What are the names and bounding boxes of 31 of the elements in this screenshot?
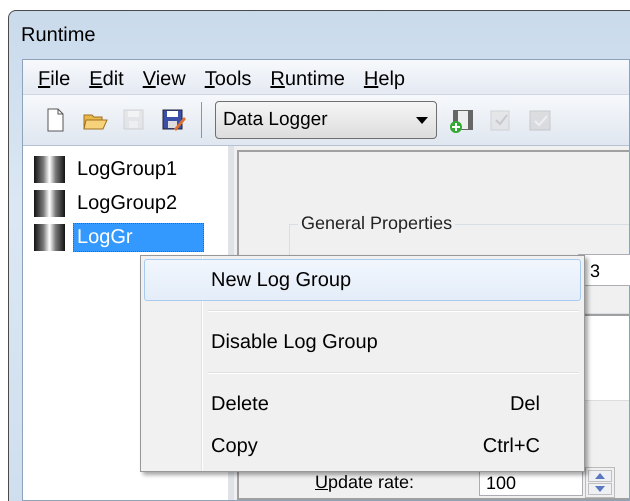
tree-item[interactable]: LogGroup2 bbox=[73, 188, 182, 218]
up-arrow-icon bbox=[595, 473, 605, 479]
floppy-disk-pencil-icon bbox=[160, 106, 186, 134]
menu-item[interactable]: Copy Ctrl+C bbox=[144, 425, 581, 467]
menu-item-label: New Log Group bbox=[211, 268, 352, 292]
menu-item[interactable]: Help bbox=[364, 68, 406, 90]
update-rate-label: Update rate: bbox=[315, 472, 416, 493]
menu-item-label: Disable Log Group bbox=[211, 330, 378, 354]
menu-item[interactable]: Disable Log Group bbox=[144, 321, 581, 363]
menu-item[interactable]: Runtime bbox=[270, 68, 345, 90]
spin-up-button[interactable] bbox=[588, 470, 612, 482]
menu-item-label: Delete bbox=[211, 392, 269, 416]
log-group-icon bbox=[34, 190, 65, 216]
menu-item[interactable]: Edit bbox=[89, 68, 124, 90]
menu-item[interactable]: Tools bbox=[204, 68, 252, 90]
menu-item-label: Copy bbox=[211, 434, 258, 458]
log-group-icon bbox=[34, 156, 65, 182]
down-arrow-icon bbox=[595, 486, 605, 492]
spin-down-button[interactable] bbox=[588, 483, 612, 495]
window-title: Runtime bbox=[21, 24, 96, 46]
shortcut-label: Ctrl+C bbox=[482, 434, 540, 458]
menu-item[interactable]: New Log Group bbox=[144, 259, 581, 301]
menu-item[interactable]: Delete Del bbox=[144, 383, 581, 425]
menu-item[interactable]: View bbox=[142, 68, 186, 90]
menu-item[interactable]: File bbox=[38, 68, 70, 90]
group-title: General Properties bbox=[298, 213, 456, 234]
dropdown-arrow-icon bbox=[416, 116, 428, 124]
shortcut-label: Del bbox=[510, 392, 540, 416]
logger-dropdown[interactable]: Data Logger bbox=[215, 101, 437, 139]
tree-item[interactable]: LogGroup1 bbox=[73, 154, 182, 184]
log-group-icon bbox=[34, 224, 65, 250]
